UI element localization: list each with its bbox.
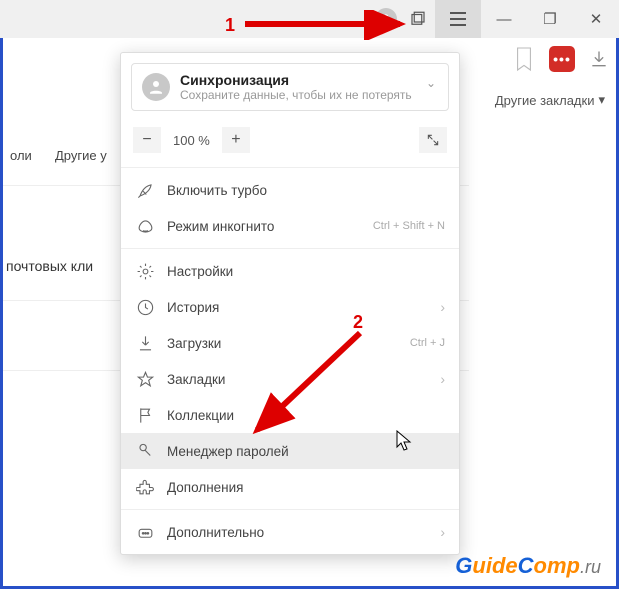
menu-label: Режим инкогнито: [167, 219, 274, 234]
download-icon: [135, 333, 155, 353]
menu-label: Менеджер паролей: [167, 444, 289, 459]
watermark: GuideComp.ru: [455, 553, 601, 579]
more-icon: [135, 522, 155, 542]
rocket-icon: [135, 180, 155, 200]
bg-text: Другие у: [55, 148, 107, 163]
other-bookmarks-button[interactable]: Другие закладки ▾: [495, 92, 605, 108]
menu-item-incognito[interactable]: Режим инкогнито Ctrl + Shift + N: [121, 208, 459, 244]
minimize-button[interactable]: —: [481, 0, 527, 38]
chevron-right-icon: ›: [440, 371, 445, 387]
chevron-right-icon: ›: [440, 524, 445, 540]
chevron-down-icon: ⌄: [426, 76, 436, 90]
main-menu-button[interactable]: [435, 0, 481, 38]
gear-icon: [135, 261, 155, 281]
bg-text: почтовых кли: [6, 258, 93, 274]
fullscreen-button[interactable]: [419, 127, 447, 153]
key-icon: [135, 441, 155, 461]
menu-label: Закладки: [167, 372, 225, 387]
chevron-right-icon: ›: [440, 299, 445, 315]
main-menu-dropdown: Синхронизация Сохраните данные, чтобы их…: [120, 52, 460, 555]
shortcut-label: Ctrl + Shift + N: [373, 220, 445, 232]
bookmark-icon[interactable]: [513, 45, 535, 73]
menu-item-settings[interactable]: Настройки: [121, 253, 459, 289]
bg-text: оли: [10, 148, 32, 163]
sync-title: Синхронизация: [180, 72, 412, 88]
incognito-icon: [135, 216, 155, 236]
menu-label: История: [167, 300, 219, 315]
annotation-2: 2: [353, 312, 363, 333]
lastpass-icon[interactable]: •••: [549, 46, 575, 72]
other-bookmarks-label: Другие закладки: [495, 93, 595, 108]
flag-icon: [135, 405, 155, 425]
zoom-in-button[interactable]: +: [222, 127, 250, 153]
menu-label: Загрузки: [167, 336, 221, 351]
zoom-value: 100 %: [169, 133, 214, 148]
annotation-arrow-1: [240, 10, 415, 40]
star-icon: [135, 369, 155, 389]
menu-item-turbo[interactable]: Включить турбо: [121, 172, 459, 208]
menu-label: Дополнения: [167, 480, 243, 495]
downloads-icon[interactable]: [589, 49, 609, 69]
annotation-arrow-2: [245, 325, 375, 445]
menu-item-more[interactable]: Дополнительно ›: [121, 514, 459, 550]
menu-label: Настройки: [167, 264, 233, 279]
close-window-button[interactable]: ✕: [573, 0, 619, 38]
shortcut-label: Ctrl + J: [410, 337, 445, 349]
annotation-1: 1: [225, 15, 235, 36]
zoom-out-button[interactable]: −: [133, 127, 161, 153]
sync-subtitle: Сохраните данные, чтобы их не потерять: [180, 88, 412, 102]
history-icon: [135, 297, 155, 317]
menu-item-history[interactable]: История ›: [121, 289, 459, 325]
sync-banner[interactable]: Синхронизация Сохраните данные, чтобы их…: [131, 63, 449, 111]
maximize-button[interactable]: ❐: [527, 0, 573, 38]
user-avatar-icon: [142, 73, 170, 101]
zoom-controls: − 100 % +: [121, 121, 459, 163]
chevron-down-icon: ▾: [598, 92, 605, 108]
menu-label: Включить турбо: [167, 183, 267, 198]
menu-item-addons[interactable]: Дополнения: [121, 469, 459, 505]
puzzle-icon: [135, 477, 155, 497]
menu-label: Коллекции: [167, 408, 234, 423]
cursor-icon: [396, 430, 414, 452]
menu-label: Дополнительно: [167, 525, 264, 540]
